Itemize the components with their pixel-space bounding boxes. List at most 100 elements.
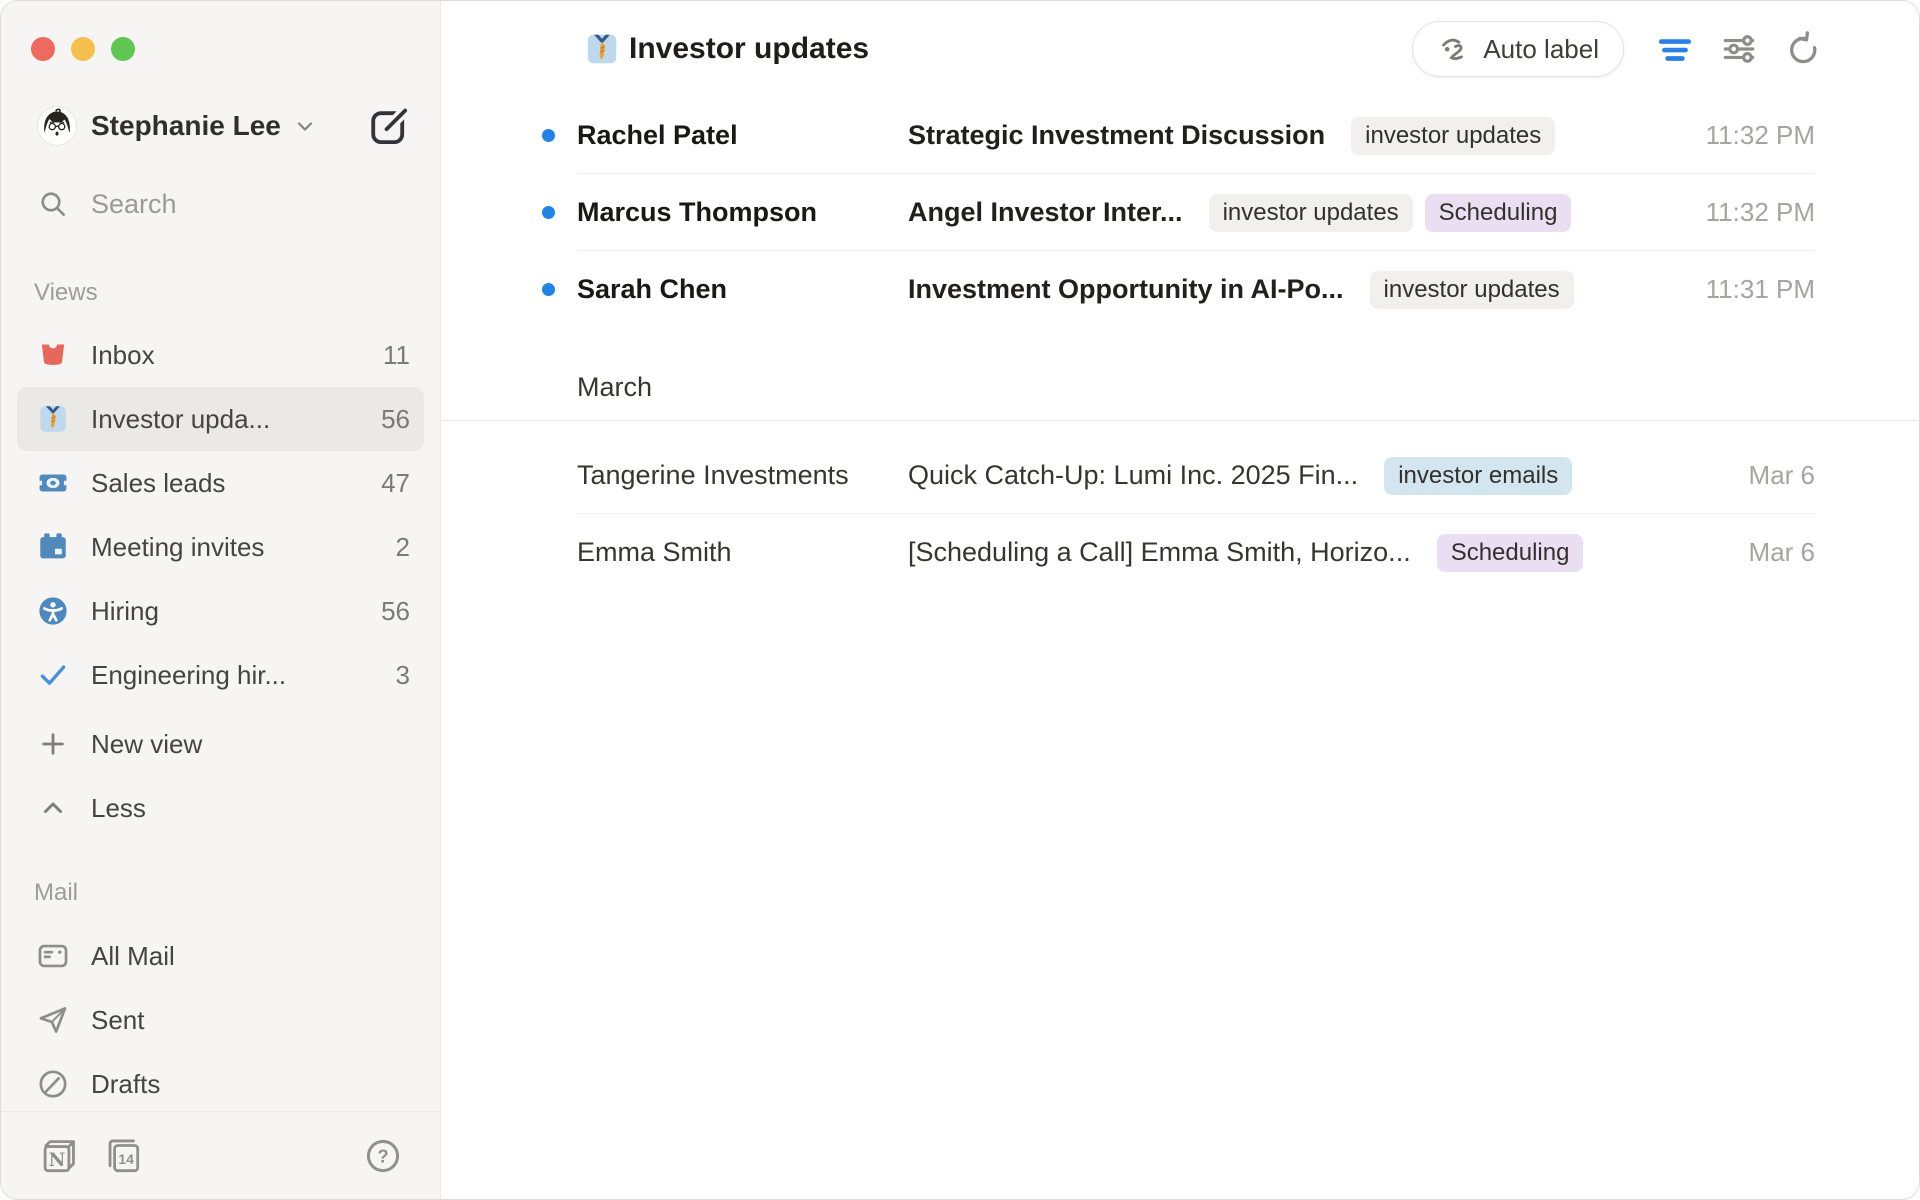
sidebar-item-label: Hiring [91, 596, 159, 627]
email-time: 11:32 PM [1686, 197, 1815, 228]
header-controls: Auto label [1412, 1, 1822, 97]
sidebar-item-all-mail[interactable]: All Mail [17, 924, 424, 988]
sidebar-item-investor-updates[interactable]: Investor upda... 56 [17, 387, 424, 451]
tag-pill[interactable]: investor emails [1384, 457, 1572, 495]
email-sender: Tangerine Investments [577, 460, 908, 491]
sidebar: Stephanie Lee Search [1, 1, 441, 1199]
sidebar-item-sales-leads[interactable]: Sales leads 47 [17, 451, 424, 515]
email-subject: Strategic Investment Discussion [908, 120, 1325, 151]
auto-label-button[interactable]: Auto label [1412, 21, 1624, 77]
views-list: Inbox 11 Investor upda... 56 [1, 323, 440, 840]
email-subject: Investment Opportunity in AI-Po... [908, 274, 1344, 305]
necktie-icon [583, 30, 621, 68]
email-row[interactable]: Rachel Patel Strategic Investment Discus… [441, 97, 1919, 174]
calendar-icon [36, 530, 70, 564]
notion-calendar-icon[interactable]: 14 [102, 1135, 144, 1177]
minimize-window-button[interactable] [71, 37, 95, 61]
email-sender: Emma Smith [577, 537, 908, 568]
mail-section-label: Mail [34, 879, 78, 907]
search-input[interactable]: Search [36, 187, 177, 221]
banknote-icon [36, 466, 70, 500]
main-content: Investor updates Auto label [441, 1, 1919, 1199]
search-placeholder: Search [91, 189, 177, 220]
email-row[interactable]: Tangerine Investments Quick Catch-Up: Lu… [441, 437, 1919, 514]
sidebar-item-label: Sales leads [91, 468, 225, 499]
sidebar-item-label: Meeting invites [91, 532, 264, 563]
sidebar-item-drafts[interactable]: Drafts [17, 1052, 424, 1116]
sidebar-item-count: 47 [381, 468, 410, 499]
avatar [37, 106, 77, 146]
app-window: Stephanie Lee Search [0, 0, 1920, 1200]
unread-indicator-slot [542, 206, 577, 219]
sidebar-item-count: 3 [396, 660, 410, 691]
sidebar-item-sent[interactable]: Sent [17, 988, 424, 1052]
tag-pill[interactable]: Scheduling [1437, 534, 1584, 572]
mail-list: All Mail Sent [1, 924, 440, 1116]
unread-dot [542, 129, 555, 142]
group-header-march: March [441, 328, 1919, 421]
email-sender: Sarah Chen [577, 274, 908, 305]
email-tags: investor updates [1351, 117, 1555, 155]
sidebar-item-inbox[interactable]: Inbox 11 [17, 323, 424, 387]
email-row[interactable]: Emma Smith [Scheduling a Call] Emma Smit… [441, 514, 1919, 591]
sidebar-item-label: Drafts [91, 1069, 160, 1100]
less-button[interactable]: Less [17, 776, 424, 840]
less-label: Less [91, 793, 146, 824]
email-sender: Marcus Thompson [577, 197, 908, 228]
account-switcher[interactable]: Stephanie Lee [37, 106, 412, 146]
notion-logo-icon[interactable]: N [36, 1135, 78, 1177]
necktie-icon [36, 402, 70, 436]
sidebar-item-engineering-hiring[interactable]: Engineering hir... 3 [17, 643, 424, 707]
tag-pill[interactable]: Scheduling [1425, 194, 1572, 232]
zoom-window-button[interactable] [111, 37, 135, 61]
tag-pill[interactable]: investor updates [1370, 271, 1574, 309]
email-row[interactable]: Sarah Chen Investment Opportunity in AI-… [441, 251, 1919, 328]
email-list: Rachel Patel Strategic Investment Discus… [441, 97, 1919, 591]
sidebar-item-label: Investor upda... [91, 404, 270, 435]
views-actions: New view Less [1, 712, 440, 840]
sidebar-item-label: Sent [91, 1005, 145, 1036]
inbox-tray-icon [36, 338, 70, 372]
email-subject: [Scheduling a Call] Emma Smith, Horizo..… [908, 537, 1411, 568]
checkmark-icon [36, 658, 70, 692]
chevron-down-icon [293, 114, 317, 138]
email-time: 11:32 PM [1686, 120, 1815, 151]
email-row[interactable]: Marcus Thompson Angel Investor Inter... … [441, 174, 1919, 251]
chevron-up-icon [36, 791, 70, 825]
help-icon[interactable]: ? [362, 1135, 404, 1177]
sliders-icon[interactable] [1720, 30, 1758, 68]
email-subject: Quick Catch-Up: Lumi Inc. 2025 Fin... [908, 460, 1358, 491]
page-title: Investor updates [629, 32, 869, 66]
group-gap [441, 421, 1919, 437]
envelope-icon [36, 939, 70, 973]
sidebar-item-count: 2 [396, 532, 410, 563]
auto-label-icon [1437, 32, 1471, 66]
tag-pill[interactable]: investor updates [1209, 194, 1413, 232]
sidebar-item-label: All Mail [91, 941, 175, 972]
close-window-button[interactable] [31, 37, 55, 61]
sidebar-item-count: 11 [383, 340, 410, 371]
unread-indicator-slot [542, 469, 577, 482]
sidebar-item-meeting-invites[interactable]: Meeting invites 2 [17, 515, 424, 579]
email-time: Mar 6 [1729, 537, 1815, 568]
person-circle-icon [36, 594, 70, 628]
paper-plane-icon [36, 1003, 70, 1037]
unread-indicator-slot [542, 129, 577, 142]
filter-icon[interactable] [1656, 30, 1694, 68]
email-sender: Rachel Patel [577, 120, 908, 151]
plus-icon [36, 727, 70, 761]
auto-label-text: Auto label [1483, 34, 1599, 65]
compose-button[interactable] [366, 103, 412, 149]
sidebar-footer: N 14 ? [1, 1111, 440, 1199]
email-tags: investor emails [1384, 457, 1572, 495]
email-tags: Scheduling [1437, 534, 1584, 572]
sidebar-item-hiring[interactable]: Hiring 56 [17, 579, 424, 643]
sidebar-item-count: 56 [381, 596, 410, 627]
email-time: 11:31 PM [1686, 274, 1815, 305]
refresh-icon[interactable] [1784, 30, 1822, 68]
new-view-button[interactable]: New view [17, 712, 424, 776]
tag-pill[interactable]: investor updates [1351, 117, 1555, 155]
sidebar-item-label: Inbox [91, 340, 155, 371]
search-icon [36, 187, 70, 221]
email-time: Mar 6 [1729, 460, 1815, 491]
